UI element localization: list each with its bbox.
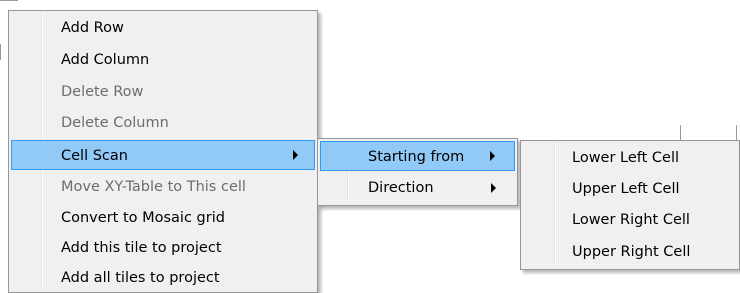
context-menu: Add Row Add Column Delete Row Delete Col… <box>8 10 318 293</box>
menu-item-label: Add all tiles to project <box>61 270 220 286</box>
menu-item-lower-left-cell[interactable]: Lower Left Cell <box>523 143 737 173</box>
menu-item-convert-to-mosaic-grid[interactable]: Convert to Mosaic grid <box>11 203 315 233</box>
screen: Add Row Add Column Delete Row Delete Col… <box>0 0 740 293</box>
menu-item-label: Add Row <box>61 20 124 36</box>
starting-from-submenu: Lower Left Cell Upper Left Cell Lower Ri… <box>520 140 740 270</box>
menu-item-label: Delete Row <box>61 84 144 100</box>
submenu-arrow-icon <box>490 151 495 161</box>
menu-item-add-this-tile[interactable]: Add this tile to project <box>11 233 315 263</box>
menu-item-label: Starting from <box>368 149 465 165</box>
menu-item-upper-right-cell[interactable]: Upper Right Cell <box>523 237 737 267</box>
menu-item-starting-from[interactable]: Starting from <box>320 141 515 171</box>
menu-item-lower-right-cell[interactable]: Lower Right Cell <box>523 205 737 235</box>
background-tick-left <box>0 44 1 60</box>
menu-item-add-column[interactable]: Add Column <box>11 45 315 75</box>
submenu-arrow-icon <box>293 150 298 160</box>
menu-item-label: Upper Left Cell <box>572 181 680 197</box>
menu-item-move-xy-table[interactable]: Move XY-Table to This cell <box>11 172 315 202</box>
cell-scan-submenu: Starting from Direction <box>317 138 518 206</box>
submenu-arrow-icon <box>491 183 496 193</box>
menu-item-label: Delete Column <box>61 115 169 131</box>
menu-item-label: Lower Right Cell <box>572 212 690 228</box>
background-tick-middle <box>680 125 681 141</box>
menu-item-upper-left-cell[interactable]: Upper Left Cell <box>523 174 737 204</box>
menu-item-label: Add Column <box>61 52 150 68</box>
menu-item-add-all-tiles[interactable]: Add all tiles to project <box>11 263 315 293</box>
background-tick-right <box>736 125 737 141</box>
menu-item-direction[interactable]: Direction <box>320 173 515 203</box>
menu-item-label: Convert to Mosaic grid <box>61 210 225 226</box>
menu-item-label: Direction <box>368 180 434 196</box>
menu-item-label: Move XY-Table to This cell <box>61 179 246 195</box>
menu-item-cell-scan[interactable]: Cell Scan <box>11 140 315 170</box>
menu-item-label: Add this tile to project <box>61 240 222 256</box>
menu-item-add-row[interactable]: Add Row <box>11 13 315 43</box>
menu-item-label: Lower Left Cell <box>572 150 680 166</box>
background-line-top <box>0 0 18 1</box>
menu-item-delete-column[interactable]: Delete Column <box>11 108 315 138</box>
menu-item-label: Upper Right Cell <box>572 244 691 260</box>
menu-item-delete-row[interactable]: Delete Row <box>11 77 315 107</box>
menu-item-label: Cell Scan <box>61 148 128 164</box>
